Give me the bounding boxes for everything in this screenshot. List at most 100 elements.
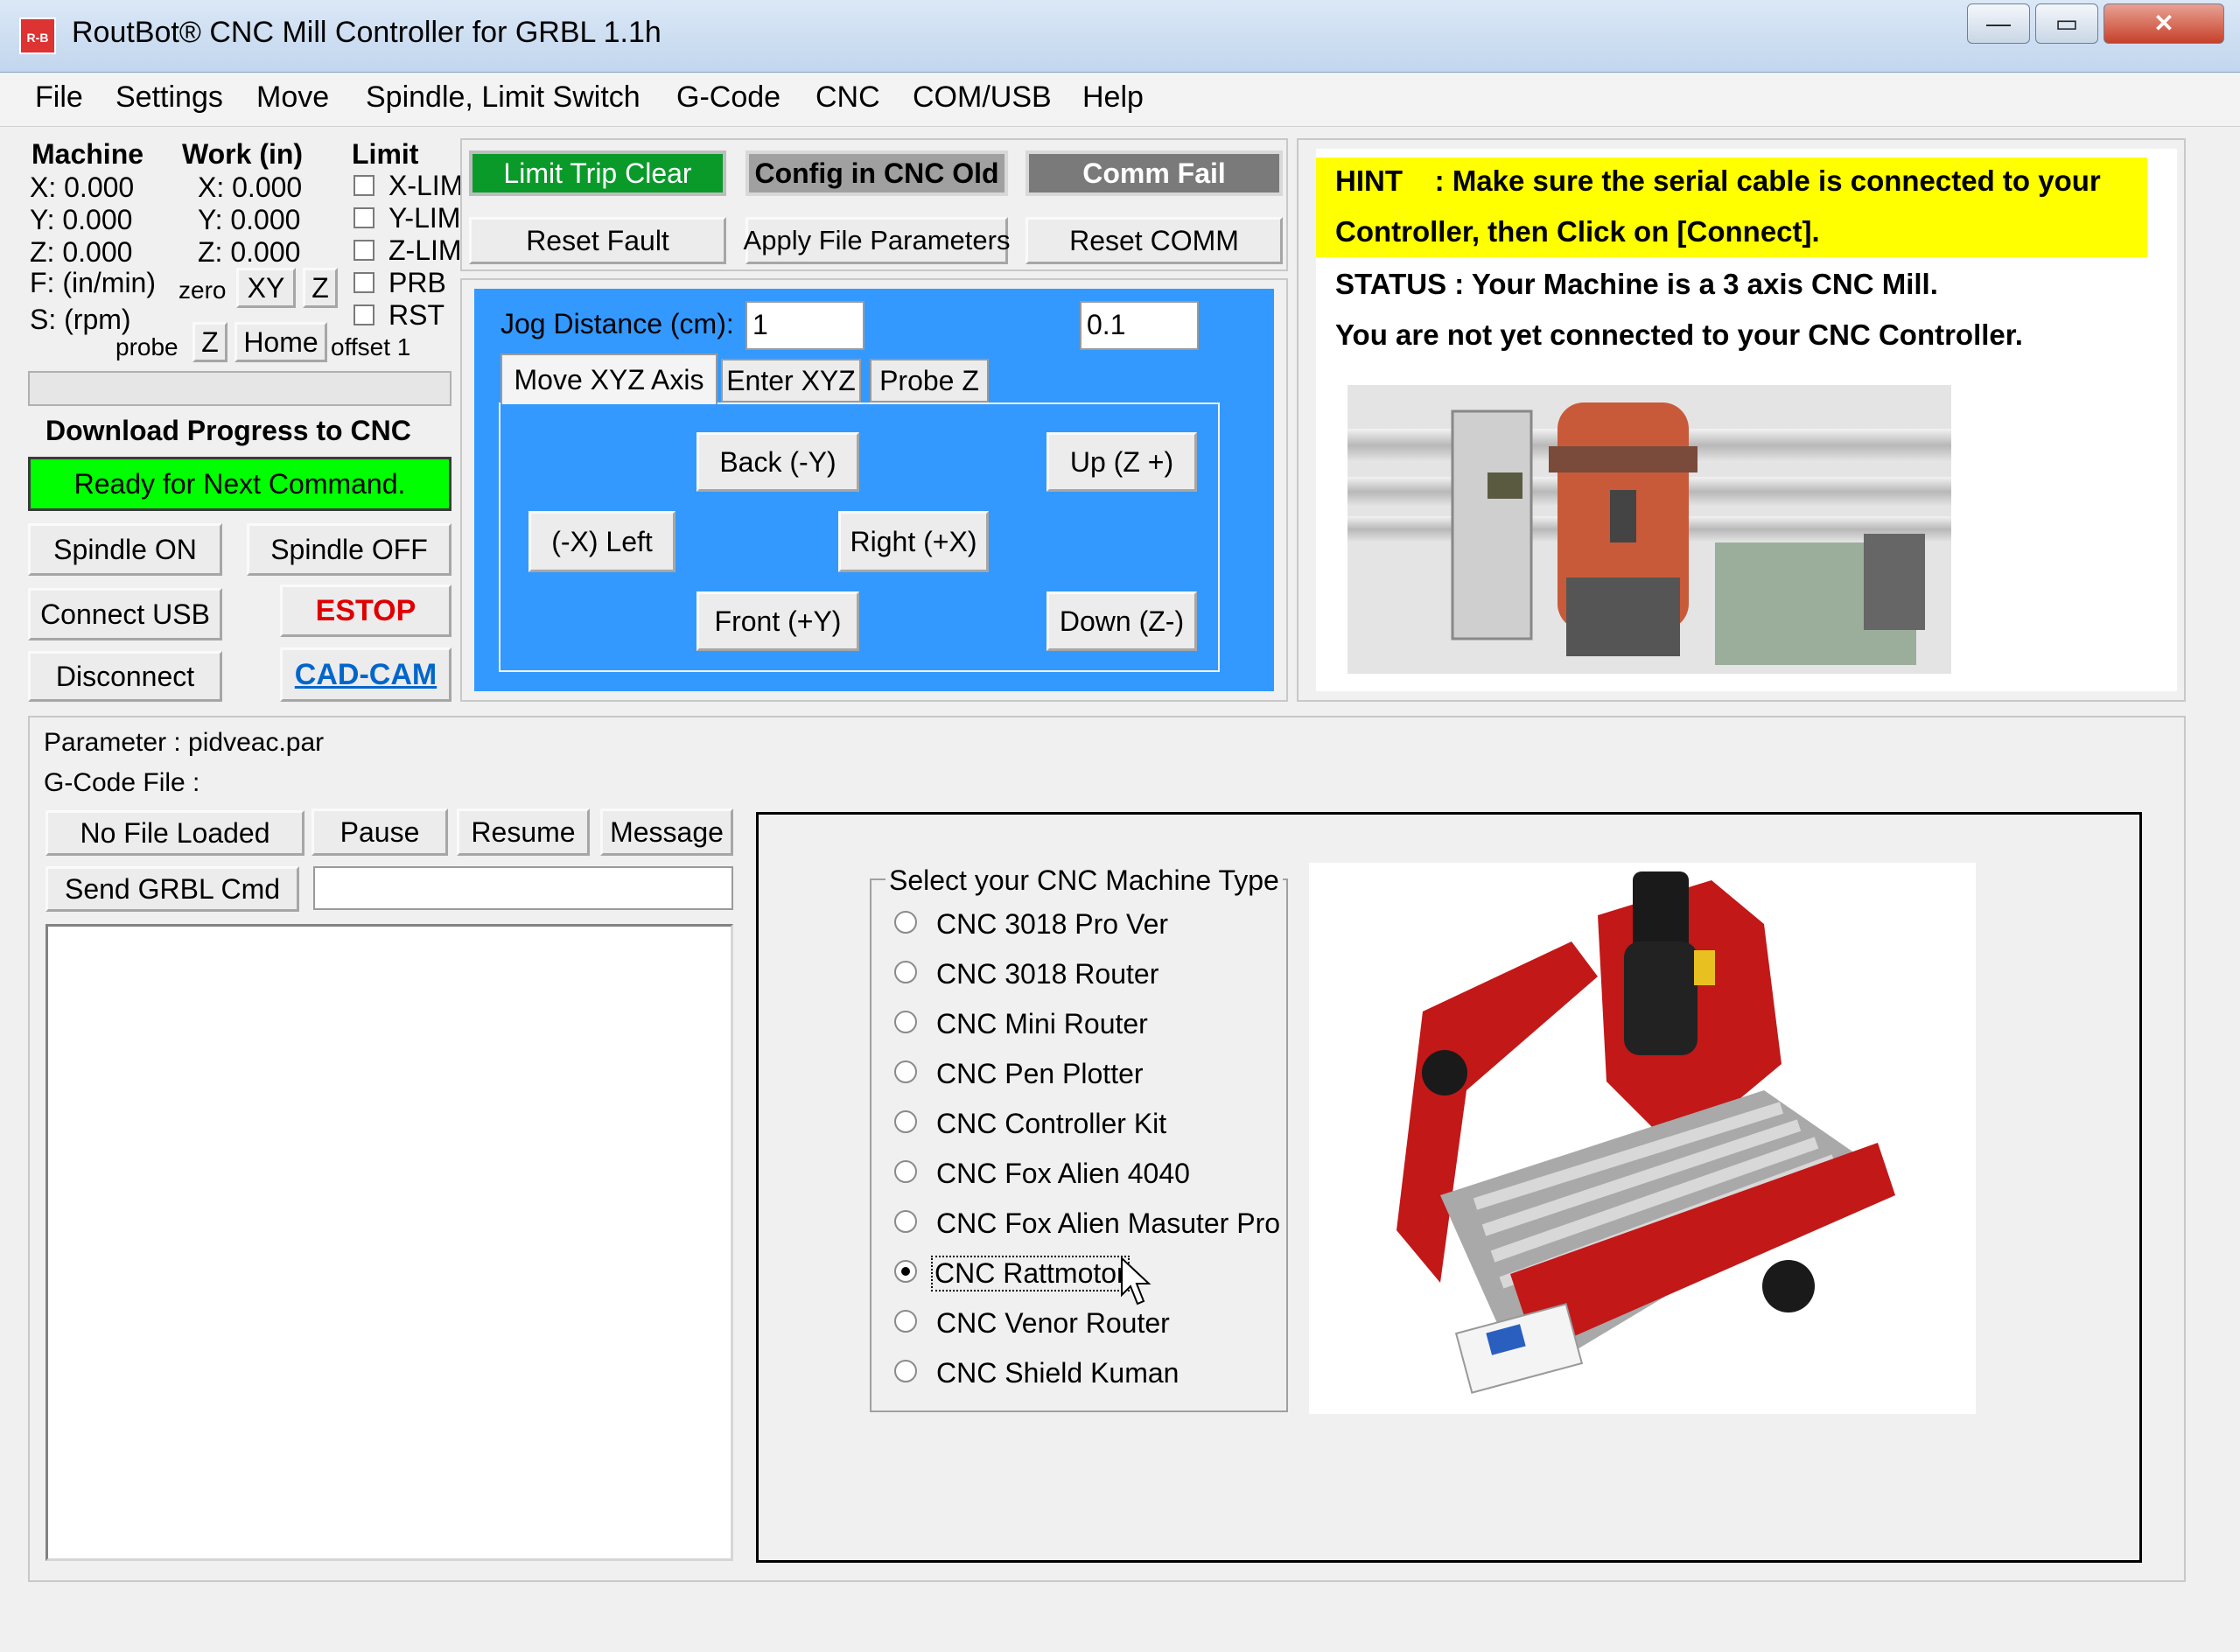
radio-label-cnc-rattmotor[interactable]: CNC Rattmotor <box>931 1256 1130 1292</box>
apply-file-parameters-button[interactable]: Apply File Parameters <box>744 217 1010 264</box>
tab-enter-xyz[interactable]: Enter XYZ <box>721 359 861 402</box>
menu-settings[interactable]: Settings <box>116 80 223 115</box>
y-lim-checkbox[interactable] <box>354 207 374 228</box>
prb-checkbox[interactable] <box>354 272 374 293</box>
jog-step-input[interactable]: 0.1 <box>1080 301 1199 350</box>
radio-label-cnc-shield-kuman[interactable]: CNC Shield Kuman <box>936 1357 1179 1390</box>
menu-move[interactable]: Move <box>256 80 329 115</box>
reset-comm-button[interactable]: Reset COMM <box>1026 217 1283 264</box>
jog-right-button[interactable]: Right (+X) <box>838 511 989 572</box>
menu-cnc[interactable]: CNC <box>816 80 880 115</box>
tab-move-xyz[interactable]: Move XYZ Axis <box>500 354 718 404</box>
connect-usb-button[interactable]: Connect USB <box>28 588 222 640</box>
zero-label: zero <box>178 276 227 304</box>
disconnect-button[interactable]: Disconnect <box>28 651 222 702</box>
radio-label-cnc-fox-alien-masuter-pro[interactable]: CNC Fox Alien Masuter Pro <box>936 1208 1280 1240</box>
limit-header: Limit <box>352 138 419 170</box>
download-progress-label: Download Progress to CNC <box>46 415 411 446</box>
jog-down-button[interactable]: Down (Z-) <box>1046 592 1197 651</box>
spindle-on-button[interactable]: Spindle ON <box>28 523 222 576</box>
jog-front-button[interactable]: Front (+Y) <box>696 592 859 651</box>
title-bar[interactable]: R-B RoutBot® CNC Mill Controller for GRB… <box>0 0 2240 73</box>
zero-z-button[interactable]: Z <box>303 268 338 308</box>
gcode-text-area[interactable] <box>46 924 733 1561</box>
app-window: R-B RoutBot® CNC Mill Controller for GRB… <box>0 0 2240 1652</box>
radio-cnc-rattmotor[interactable] <box>894 1260 917 1283</box>
y-lim-label: Y-LIM <box>388 202 461 234</box>
parameter-file-label: Parameter : pidveac.par <box>44 728 325 757</box>
feed-label: F: (in/min) <box>30 267 156 298</box>
minimize-button[interactable]: — <box>1967 4 2030 44</box>
machine-y: Y: 0.000 <box>30 204 133 235</box>
radio-cnc-fox-alien-4040[interactable] <box>894 1160 917 1183</box>
x-lim-label: X-LIM <box>388 170 464 201</box>
machine-x: X: 0.000 <box>30 172 135 203</box>
menu-bar: File Settings Move Spindle, Limit Switch… <box>0 74 2240 127</box>
radio-label-cnc-3018-router[interactable]: CNC 3018 Router <box>936 958 1158 990</box>
machine-product-image <box>1309 863 1976 1414</box>
message-button[interactable]: Message <box>600 808 733 856</box>
jog-distance-label: Jog Distance (cm): <box>500 308 734 340</box>
spindle-off-button[interactable]: Spindle OFF <box>247 523 452 576</box>
maximize-button[interactable]: ▭ <box>2035 4 2098 44</box>
radio-label-cnc-venor-router[interactable]: CNC Venor Router <box>936 1307 1170 1340</box>
radio-label-cnc-pen-plotter[interactable]: CNC Pen Plotter <box>936 1058 1144 1090</box>
home-button[interactable]: Home <box>234 322 327 362</box>
work-z: Z: 0.000 <box>198 236 301 268</box>
zero-xy-button[interactable]: XY <box>236 268 296 308</box>
grbl-command-input[interactable] <box>313 866 733 910</box>
reset-fault-button[interactable]: Reset Fault <box>469 217 726 264</box>
gcode-file-label: G-Code File : <box>44 768 200 797</box>
no-file-loaded-button[interactable]: No File Loaded <box>46 810 304 856</box>
radio-cnc-shield-kuman[interactable] <box>894 1360 917 1382</box>
jog-left-button[interactable]: (-X) Left <box>528 511 676 572</box>
jog-distance-input[interactable]: 1 <box>746 301 864 350</box>
offset-label: offset 1 <box>331 333 411 360</box>
pause-button[interactable]: Pause <box>312 808 448 856</box>
radio-label-cnc-mini-router[interactable]: CNC Mini Router <box>936 1008 1148 1040</box>
x-lim-checkbox[interactable] <box>354 175 374 196</box>
menu-help[interactable]: Help <box>1082 80 1144 115</box>
ready-status-box: Ready for Next Command. <box>28 457 452 511</box>
rst-checkbox[interactable] <box>354 304 374 326</box>
work-header: Work (in) <box>182 138 304 170</box>
estop-button[interactable]: ESTOP <box>280 584 452 637</box>
limit-trip-clear-button[interactable]: Limit Trip Clear <box>469 150 726 196</box>
jog-back-button[interactable]: Back (-Y) <box>696 432 859 492</box>
speed-label: S: (rpm) <box>30 304 131 335</box>
machine-z: Z: 0.000 <box>30 236 133 268</box>
jog-up-button[interactable]: Up (Z +) <box>1046 432 1197 492</box>
menu-file[interactable]: File <box>35 80 83 115</box>
radio-label-cnc-controller-kit[interactable]: CNC Controller Kit <box>936 1108 1166 1140</box>
status-line-2: You are not yet connected to your CNC Co… <box>1335 318 2023 351</box>
menu-spindle-limit[interactable]: Spindle, Limit Switch <box>366 80 640 115</box>
comm-fail-button[interactable]: Comm Fail <box>1026 150 1283 196</box>
z-lim-checkbox[interactable] <box>354 240 374 261</box>
probe-label: probe <box>116 333 178 360</box>
menu-com-usb[interactable]: COM/USB <box>913 80 1052 115</box>
tab-probe-z[interactable]: Probe Z <box>870 359 989 402</box>
download-progress-bar <box>28 371 452 406</box>
machine-header: Machine <box>32 138 144 170</box>
cad-cam-button[interactable]: CAD-CAM <box>280 648 452 702</box>
cnc-mill-photo <box>1348 385 1951 674</box>
config-cnc-old-button[interactable]: Config in CNC Old <box>746 150 1008 196</box>
z-lim-label: Z-LIM <box>388 234 462 266</box>
work-x: X: 0.000 <box>198 172 303 203</box>
resume-button[interactable]: Resume <box>457 808 590 856</box>
radio-cnc-3018-router[interactable] <box>894 961 917 984</box>
probe-z-button[interactable]: Z <box>192 322 228 362</box>
mouse-cursor-icon <box>1121 1256 1152 1306</box>
menu-gcode[interactable]: G-Code <box>676 80 780 115</box>
radio-cnc-3018-pro-ver[interactable] <box>894 911 917 934</box>
radio-label-cnc-fox-alien-4040[interactable]: CNC Fox Alien 4040 <box>936 1158 1190 1190</box>
close-button[interactable]: ✕ <box>2104 4 2224 44</box>
radio-cnc-fox-alien-masuter-pro[interactable] <box>894 1210 917 1233</box>
radio-cnc-controller-kit[interactable] <box>894 1110 917 1133</box>
prb-label: PRB <box>388 267 446 298</box>
radio-cnc-mini-router[interactable] <box>894 1011 917 1033</box>
radio-cnc-pen-plotter[interactable] <box>894 1060 917 1083</box>
radio-label-cnc-3018-pro-ver[interactable]: CNC 3018 Pro Ver <box>936 908 1168 941</box>
radio-cnc-venor-router[interactable] <box>894 1310 917 1333</box>
send-grbl-cmd-button[interactable]: Send GRBL Cmd <box>46 866 299 912</box>
